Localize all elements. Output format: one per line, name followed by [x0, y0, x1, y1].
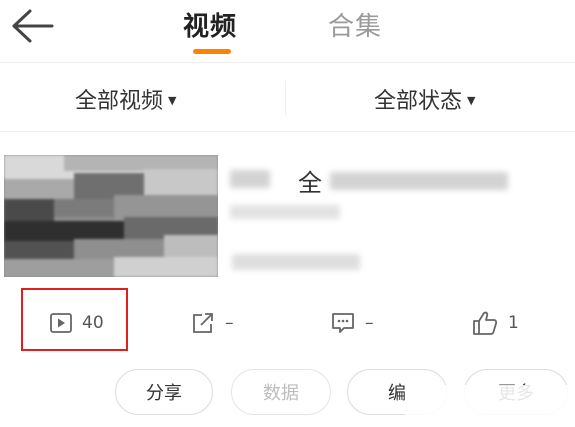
thumbnail-image [4, 155, 218, 277]
top-navigation-bar: 视频 合集 [0, 0, 575, 63]
status-filter[interactable]: 全部状态 ▼ [374, 83, 475, 115]
caret-down-icon: ▼ [168, 94, 177, 107]
title-blur-1 [230, 170, 270, 188]
share-button[interactable]: 分享 [115, 369, 213, 415]
arrow-left-icon [12, 9, 54, 43]
title-blur-3 [230, 205, 340, 219]
video-title-fragment[interactable]: 全 [296, 163, 324, 198]
video-type-filter-label: 全部视频 [75, 89, 164, 114]
back-button[interactable] [8, 6, 56, 46]
like-count[interactable]: 1 [472, 308, 519, 338]
play-count-highlight-box [21, 288, 128, 351]
comment-count-value: – [365, 313, 374, 333]
tab-video[interactable]: 视频 [183, 6, 237, 43]
share-icon [193, 313, 213, 333]
like-count-value: 1 [508, 313, 519, 333]
thumbs-up-icon [473, 311, 498, 335]
active-tab-indicator [193, 49, 231, 54]
share-count-value: – [225, 313, 234, 333]
video-thumbnail[interactable] [4, 155, 218, 277]
share-count[interactable]: – [191, 308, 234, 338]
comment-count[interactable]: – [331, 308, 374, 338]
caret-down-icon: ▼ [467, 94, 476, 107]
meta-blur [232, 254, 360, 270]
tab-collection[interactable]: 合集 [328, 6, 382, 43]
comment-icon [332, 313, 354, 333]
title-blur-2 [330, 172, 508, 190]
filter-bar: 全部视频 ▼ 全部状态 ▼ [0, 63, 575, 132]
status-filter-label: 全部状态 [374, 89, 463, 114]
video-type-filter[interactable]: 全部视频 ▼ [75, 83, 176, 115]
watermark-overlay [405, 385, 575, 427]
data-button[interactable]: 数据 [231, 369, 331, 415]
filter-divider [285, 81, 286, 115]
